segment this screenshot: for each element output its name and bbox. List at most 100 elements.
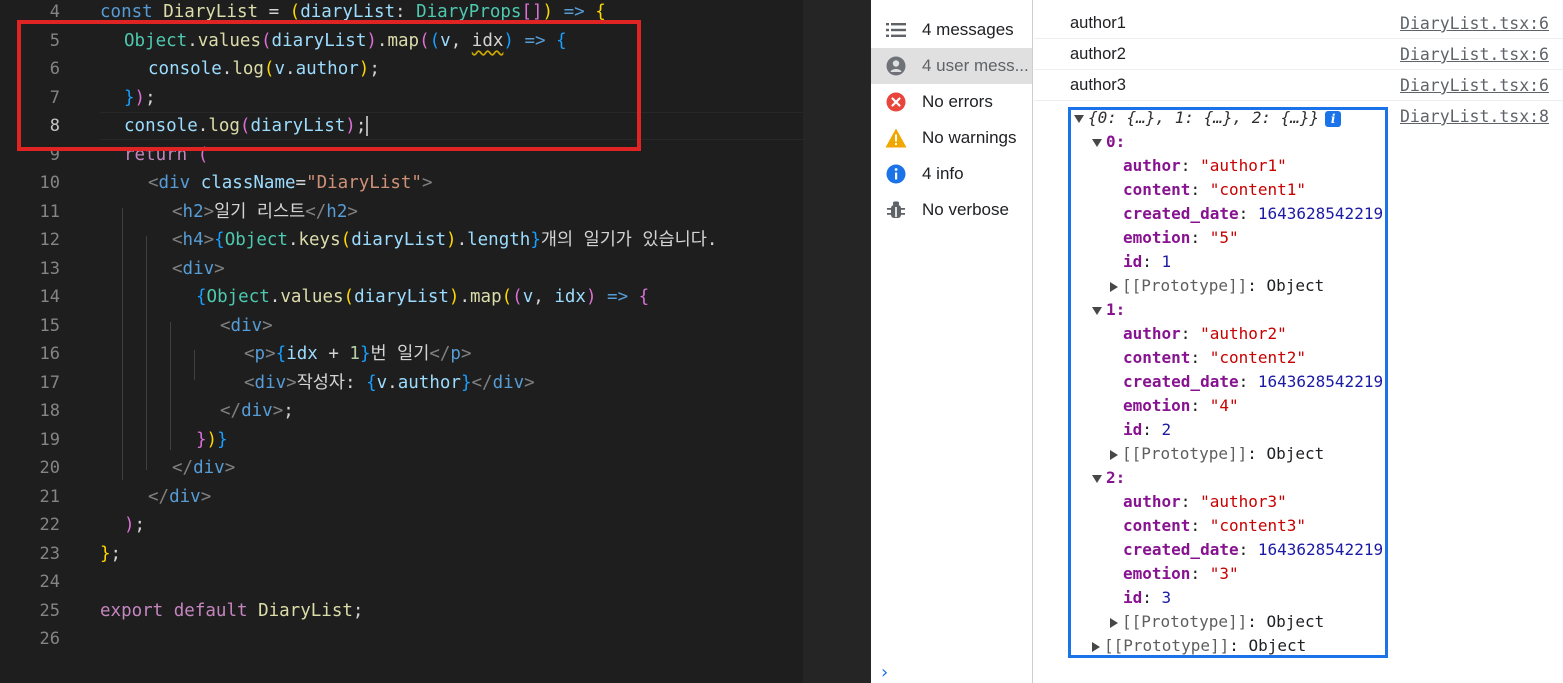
code-token: div — [182, 258, 215, 279]
property-key: emotion — [1123, 564, 1191, 583]
prototype-row: [[Prototype]]: Object — [1110, 610, 1470, 634]
code-token: ( — [501, 287, 513, 307]
line-number: 19 — [39, 429, 60, 450]
line-number: 12 — [39, 230, 60, 250]
source-link[interactable]: DiaryList.tsx:6 — [1400, 14, 1549, 33]
user-icon — [885, 55, 907, 77]
code-token: ; — [355, 116, 367, 136]
code-token: diaryList — [300, 2, 396, 22]
code-token: div — [254, 372, 287, 393]
code-token: Object — [124, 30, 188, 51]
sidebar-item-verbose[interactable]: No verbose — [871, 192, 1032, 228]
code-text: <h2>일기 리스트</h2> — [172, 198, 358, 226]
code-token: DiaryList — [163, 2, 259, 22]
property-row: content: "content2" — [1123, 346, 1483, 370]
property-value: 1 — [1161, 252, 1172, 271]
colon: : — [1247, 612, 1267, 631]
property-key: content — [1123, 180, 1191, 199]
prototype-value: Object — [1266, 612, 1325, 631]
caret-right-icon[interactable] — [1110, 281, 1118, 292]
code-token: < — [172, 258, 183, 279]
code-editor[interactable]: 4 const DiaryList = (diaryList: DiaryProp… — [0, 0, 803, 683]
console-prompt-icon[interactable]: › — [881, 662, 888, 683]
property-key: content — [1123, 348, 1191, 367]
sidebar-item-errors[interactable]: No errors — [871, 84, 1032, 120]
code-token: DiaryProps — [416, 2, 522, 22]
code-token: map — [470, 287, 502, 307]
property-value: "content3" — [1209, 516, 1307, 535]
code-token: . — [287, 230, 299, 250]
code-token: log — [232, 59, 264, 79]
entry-key-row: 1: — [1092, 298, 1452, 322]
caret-right-icon[interactable] — [1110, 617, 1118, 628]
code-token: > — [421, 173, 433, 193]
caret-right-icon[interactable] — [1110, 449, 1118, 460]
caret-down-icon[interactable] — [1092, 306, 1102, 315]
sidebar-item-label: 4 user mess... — [922, 56, 1029, 75]
property-value: "3" — [1209, 564, 1239, 583]
code-token: { — [556, 30, 567, 51]
caret-right-icon[interactable] — [1092, 641, 1100, 652]
sidebar-item-warnings[interactable]: No warnings — [871, 120, 1032, 156]
colon: : — [1190, 348, 1210, 367]
code-token: { — [595, 2, 606, 22]
property-key: id — [1123, 252, 1143, 271]
property-row: id: 1 — [1123, 250, 1483, 274]
code-line: 24 — [0, 568, 803, 596]
line-number: 10 — [39, 173, 60, 193]
code-token: > — [203, 230, 215, 250]
property-value: 3 — [1161, 588, 1172, 607]
property-key: emotion — [1123, 396, 1191, 415]
code-token: } — [359, 344, 371, 364]
console-log-row: author2 DiaryList.tsx:6 — [1034, 39, 1563, 70]
line-number: 6 — [49, 59, 60, 79]
code-line: 25 export default DiaryList; — [0, 597, 803, 625]
sidebar-item-info[interactable]: 4 info — [871, 156, 1032, 192]
code-token: ) — [446, 230, 457, 250]
source-link[interactable]: DiaryList.tsx:6 — [1400, 76, 1549, 95]
property-value: "author3" — [1200, 492, 1287, 511]
code-token: } — [124, 87, 135, 108]
caret-down-icon[interactable] — [1092, 474, 1102, 483]
code-token: { — [275, 344, 287, 364]
caret-down-icon[interactable] — [1092, 138, 1102, 147]
code-token: ) — [358, 59, 370, 79]
code-token: </ — [172, 458, 194, 478]
code-token: ) — [542, 2, 554, 22]
code-token: < — [148, 173, 159, 193]
colon: : — [1142, 420, 1162, 439]
code-token: map — [387, 30, 420, 51]
code-line: 12 <h4>{Object.keys(diaryList).length}개의 … — [0, 226, 803, 254]
code-token: 개의 일기가 있습니다. — [540, 230, 718, 250]
code-token: </ — [305, 201, 327, 222]
code-line: 16 <p>{idx + 1}번 일기</p> — [0, 340, 803, 368]
code-token: ) — [124, 515, 135, 535]
code-token: { — [196, 287, 207, 307]
code-token: ( — [239, 116, 251, 136]
code-token: > — [286, 372, 297, 393]
line-number: 4 — [49, 2, 60, 22]
colon: : — [1190, 396, 1210, 415]
sidebar-item-label: 4 messages — [922, 20, 1014, 39]
source-link[interactable]: DiaryList.tsx:6 — [1400, 45, 1549, 64]
indent-guide — [122, 208, 123, 480]
code-token: div — [230, 315, 263, 336]
code-token: Object — [206, 287, 270, 307]
code-token: ) — [585, 287, 597, 307]
colon: : — [1229, 636, 1249, 655]
code-token: } — [217, 429, 228, 450]
line-number: 26 — [39, 629, 60, 649]
entry-key: 2: — [1106, 468, 1126, 487]
code-token: ) — [503, 30, 514, 51]
code-line: 8 console.log(diaryList); — [0, 112, 803, 140]
log-message: author2 — [1070, 45, 1126, 63]
code-text: <div className="DiaryList"> — [148, 169, 433, 197]
sidebar-item-messages[interactable]: 4 messages — [871, 12, 1032, 48]
colon: : — [1238, 540, 1258, 559]
sidebar-item-user-messages[interactable]: 4 user mess... — [871, 48, 1032, 84]
colon: : — [1180, 324, 1201, 343]
caret-down-icon[interactable] — [1074, 114, 1084, 123]
